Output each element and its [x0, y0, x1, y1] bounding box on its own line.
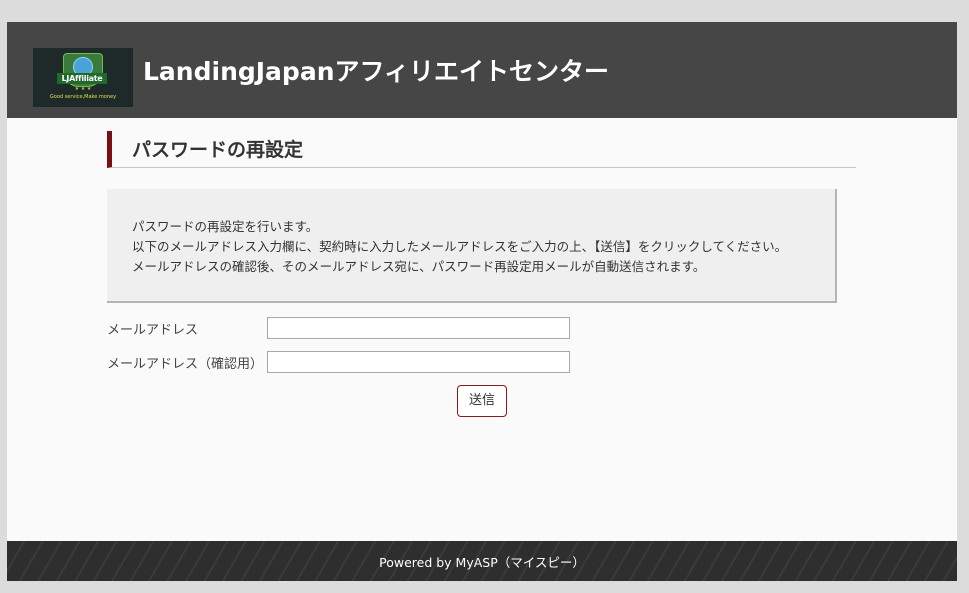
email-label: メールアドレス — [107, 323, 199, 338]
email-confirm-label: メールアドレス（確認用） — [107, 357, 264, 372]
site-logo[interactable]: LJAffiliate ★ ★ ★ Good service,Make mone… — [33, 48, 133, 107]
main-content: パスワードの再設定 パスワードの再設定を行います。 以下のメールアドレス入力欄に… — [7, 118, 957, 541]
site-header: LJAffiliate ★ ★ ★ Good service,Make mone… — [7, 22, 957, 118]
info-line: パスワードの再設定を行います。 — [132, 219, 319, 234]
site-footer: Powered by MyASP（マイスピー） — [7, 541, 957, 581]
logo-stars: ★ ★ ★ — [74, 86, 92, 92]
page-title-text: パスワードの再設定 — [132, 139, 304, 161]
info-box: パスワードの再設定を行います。 以下のメールアドレス入力欄に、契約時に入力したメ… — [107, 189, 837, 303]
logo-tagline: Good service,Make money — [49, 94, 117, 100]
page-title: パスワードの再設定 — [107, 131, 856, 168]
logo-brand: LJAffiliate — [57, 73, 107, 84]
footer-text: Powered by MyASP（マイスピー） — [379, 555, 585, 570]
info-line: メールアドレスの確認後、そのメールアドレス宛に、パスワード再設定用メールが自動送… — [132, 259, 706, 274]
info-line: 以下のメールアドレス入力欄に、契約時に入力したメールアドレスをご入力の上、【送信… — [132, 239, 788, 254]
submit-button[interactable]: 送信 — [457, 385, 507, 417]
email-field[interactable] — [267, 317, 570, 339]
site-title: LandingJapanアフィリエイトセンター — [143, 57, 609, 86]
email-confirm-field[interactable] — [267, 351, 570, 373]
